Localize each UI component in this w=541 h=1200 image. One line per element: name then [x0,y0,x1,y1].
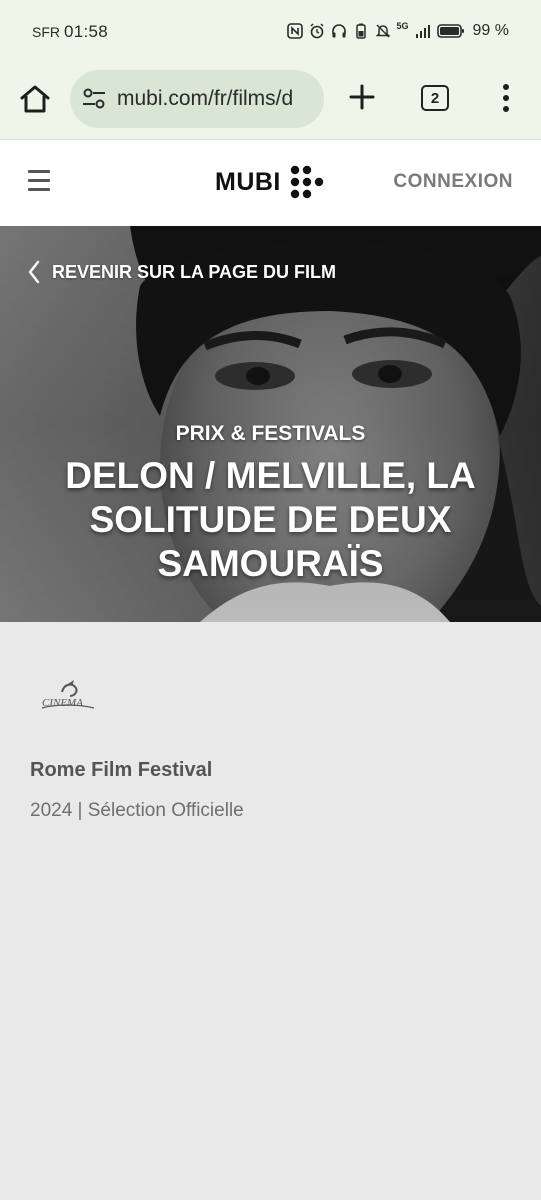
mubi-logo[interactable]: MUBI [215,164,325,200]
mubi-dots-icon [290,165,324,199]
festival-section: CINEMA Rome Film Festival 2024 | Sélecti… [0,622,541,1200]
new-tab-icon[interactable] [348,83,376,111]
network-type-label: 5G [396,21,409,31]
status-bar: SFR 01:58 5G 99 % [0,0,541,66]
festival-name: Rome Film Festival [30,759,213,781]
tab-switcher-button[interactable]: 2 [421,85,449,111]
hero-category: PRIX & FESTIVALS [175,422,366,445]
clock: 01:58 [64,22,109,41]
battery-icon [436,24,464,38]
festival-selection: 2024 | Sélection Officielle [30,800,244,821]
alarm-icon [309,23,324,39]
browser-toolbar: mubi.com/fr/films/d 2 [0,66,541,140]
hero-title: DELON / MELVILLE, LA SOLITUDE DE DEUX SA… [65,455,476,584]
status-icons: 5G 99 % [286,21,509,40]
headphones-icon [331,24,346,38]
mute-bell-icon [375,24,390,38]
home-icon[interactable] [18,82,52,116]
svg-text:CINEMA: CINEMA [42,697,83,709]
menu-icon[interactable] [28,170,50,192]
logo-text: MUBI [215,167,281,196]
address-bar[interactable]: mubi.com/fr/films/d [70,70,324,128]
login-link[interactable]: CONNEXION [393,171,513,193]
site-settings-icon[interactable] [82,88,106,110]
battery-saver-icon [355,23,366,39]
battery-percent: 99 % [472,22,509,39]
carrier-label: SFR [32,24,60,40]
festival-logo: CINEMA [41,680,95,709]
url-text[interactable]: mubi.com/fr/films/d [117,87,293,111]
nfc-icon [286,23,303,39]
chevron-left-icon [28,260,40,284]
status-left: SFR 01:58 [32,22,108,42]
back-link-label: REVENIR SUR LA PAGE DU FILM [52,261,337,282]
site-header: MUBI CONNEXION [0,140,541,226]
back-to-film-link[interactable]: REVENIR SUR LA PAGE DU FILM [28,260,336,284]
hero-banner: REVENIR SUR LA PAGE DU FILM PRIX & FESTI… [0,226,541,622]
more-options-icon[interactable] [496,82,516,114]
signal-icon [415,25,430,38]
